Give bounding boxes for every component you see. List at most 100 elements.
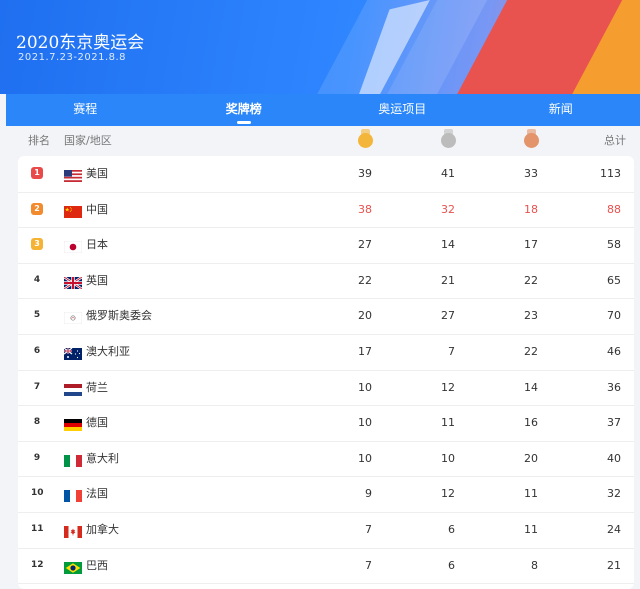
bronze-count: 33: [524, 167, 538, 180]
table-row[interactable]: 5 俄罗斯奥委会 20 27 23 70: [18, 298, 634, 335]
cn-flag-icon: [64, 203, 82, 218]
gold-medal-icon: [358, 129, 373, 148]
gold-count: 39: [358, 167, 372, 180]
gold-count: 9: [365, 487, 372, 501]
rank-badge: 2: [31, 202, 43, 215]
de-flag-icon: [64, 416, 82, 432]
country-name: 英国: [86, 273, 108, 287]
silver-count: 6: [448, 523, 455, 536]
gold-count: 10: [358, 451, 372, 465]
bronze-count: 16: [524, 416, 538, 430]
bronze-count: 20: [524, 451, 538, 465]
total-count: 32: [607, 487, 621, 501]
silver-count: 6: [448, 558, 455, 572]
gold-count: 20: [358, 309, 372, 323]
bronze-medal-icon: [524, 129, 539, 148]
total-count: 21: [607, 558, 621, 572]
table-row[interactable]: 9 意大利 10 10 20 40: [18, 441, 634, 478]
bronze-count: 22: [524, 345, 538, 358]
bronze-count: 17: [524, 238, 538, 252]
silver-count: 27: [441, 309, 455, 323]
gold-count: 22: [358, 273, 372, 287]
gold-count: 38: [358, 202, 372, 216]
bronze-count: 8: [531, 558, 538, 572]
rank-badge: 7: [33, 381, 41, 392]
table-row[interactable]: 10 法国 9 12 11 32: [18, 476, 634, 513]
total-count: 40: [607, 451, 621, 465]
bronze-count: 22: [524, 273, 538, 287]
au-flag-icon: [63, 345, 82, 360]
table-row[interactable]: 8 德国 10 11 16 37: [18, 405, 634, 442]
country-name: 俄罗斯奥委会: [86, 309, 152, 323]
rank-badge: 11: [31, 524, 44, 534]
country-name: 荷兰: [86, 380, 108, 394]
silver-count: 7: [448, 345, 455, 358]
gold-count: 27: [358, 238, 372, 252]
table-row[interactable]: 3 日本 27 14 17 58: [18, 227, 634, 264]
table-row[interactable]: 11 加拿大 7 6 11 24: [18, 512, 634, 549]
silver-count: 11: [441, 416, 455, 430]
gold-count: 10: [358, 416, 372, 430]
medal-table: 1 美国 39 41 33 113 2 中国 38 32 18 88 3 日本 27 14 17 58 4 英国 22 2…: [18, 156, 634, 589]
column-total: 总计: [604, 134, 626, 147]
table-row[interactable]: 2 中国 38 32 18 88: [18, 192, 634, 229]
silver-count: 14: [441, 238, 455, 252]
page-title: 2020东京奥运会: [16, 33, 145, 53]
country-name: 巴西: [86, 558, 108, 572]
country-name: 美国: [86, 167, 108, 180]
total-count: 65: [607, 273, 621, 287]
tab-schedule[interactable]: 赛程: [6, 94, 165, 126]
gb-flag-icon: [63, 274, 83, 290]
table-row[interactable]: 6 澳大利亚 17 7 22 46: [18, 334, 634, 371]
column-rank: 排名: [28, 134, 50, 147]
gold-count: 10: [358, 380, 372, 394]
table-row[interactable]: 1 美国 39 41 33 113: [18, 156, 634, 193]
total-count: 24: [607, 523, 621, 536]
rank-badge: 9: [33, 452, 41, 463]
country-name: 澳大利亚: [86, 345, 130, 358]
silver-count: 12: [441, 380, 455, 394]
gold-count: 7: [365, 523, 372, 536]
rank-badge: 4: [33, 274, 41, 285]
column-header: 排名 国家/地区 总计: [6, 126, 640, 156]
tab-olympic-sports[interactable]: 奥运项目: [323, 94, 482, 126]
silver-count: 10: [441, 451, 455, 465]
table-row[interactable]: 7 荷兰 10 12 14 36: [18, 370, 634, 407]
rank-badge: 8: [33, 417, 41, 428]
rank-badge: 10: [31, 488, 44, 499]
total-count: 36: [607, 380, 621, 394]
total-count: 58: [607, 238, 621, 252]
total-count: 88: [607, 202, 621, 216]
bronze-count: 11: [524, 487, 538, 501]
tab-news[interactable]: 新闻: [482, 94, 640, 126]
bronze-count: 11: [524, 523, 538, 536]
bronze-count: 14: [524, 380, 538, 394]
total-count: 113: [600, 167, 621, 180]
gold-count: 17: [358, 345, 372, 358]
table-row[interactable]: 12 巴西 7 6 8 21: [18, 548, 634, 585]
jp-flag-icon: [63, 238, 83, 254]
rank-badge: 6: [33, 346, 41, 356]
tab-bar: 赛程 奖牌榜 奥运项目 新闻: [6, 94, 640, 126]
table-row[interactable]: 4 英国 22 21 22 65: [18, 263, 634, 300]
country-name: 法国: [86, 487, 108, 501]
it-flag-icon: [64, 452, 82, 467]
roc-flag-icon: [63, 309, 83, 325]
bronze-count: 18: [524, 202, 538, 216]
tab-medal-table[interactable]: 奖牌榜: [165, 94, 324, 126]
country-name: 中国: [86, 202, 108, 216]
olympics-header-banner: 2020东京奥运会 2021.7.23-2021.8.8: [0, 0, 640, 94]
us-flag-icon: [64, 167, 82, 182]
column-country: 国家/地区: [64, 134, 112, 147]
bronze-count: 23: [524, 309, 538, 323]
total-count: 37: [607, 416, 621, 430]
country-name: 加拿大: [86, 523, 119, 536]
silver-count: 41: [441, 167, 455, 180]
country-name: 意大利: [86, 451, 119, 465]
nl-flag-icon: [64, 381, 82, 396]
rank-badge: 5: [33, 310, 41, 321]
silver-count: 32: [441, 202, 455, 216]
rank-badge: 3: [31, 238, 43, 251]
silver-count: 21: [441, 273, 455, 287]
event-dates: 2021.7.23-2021.8.8: [18, 52, 127, 63]
